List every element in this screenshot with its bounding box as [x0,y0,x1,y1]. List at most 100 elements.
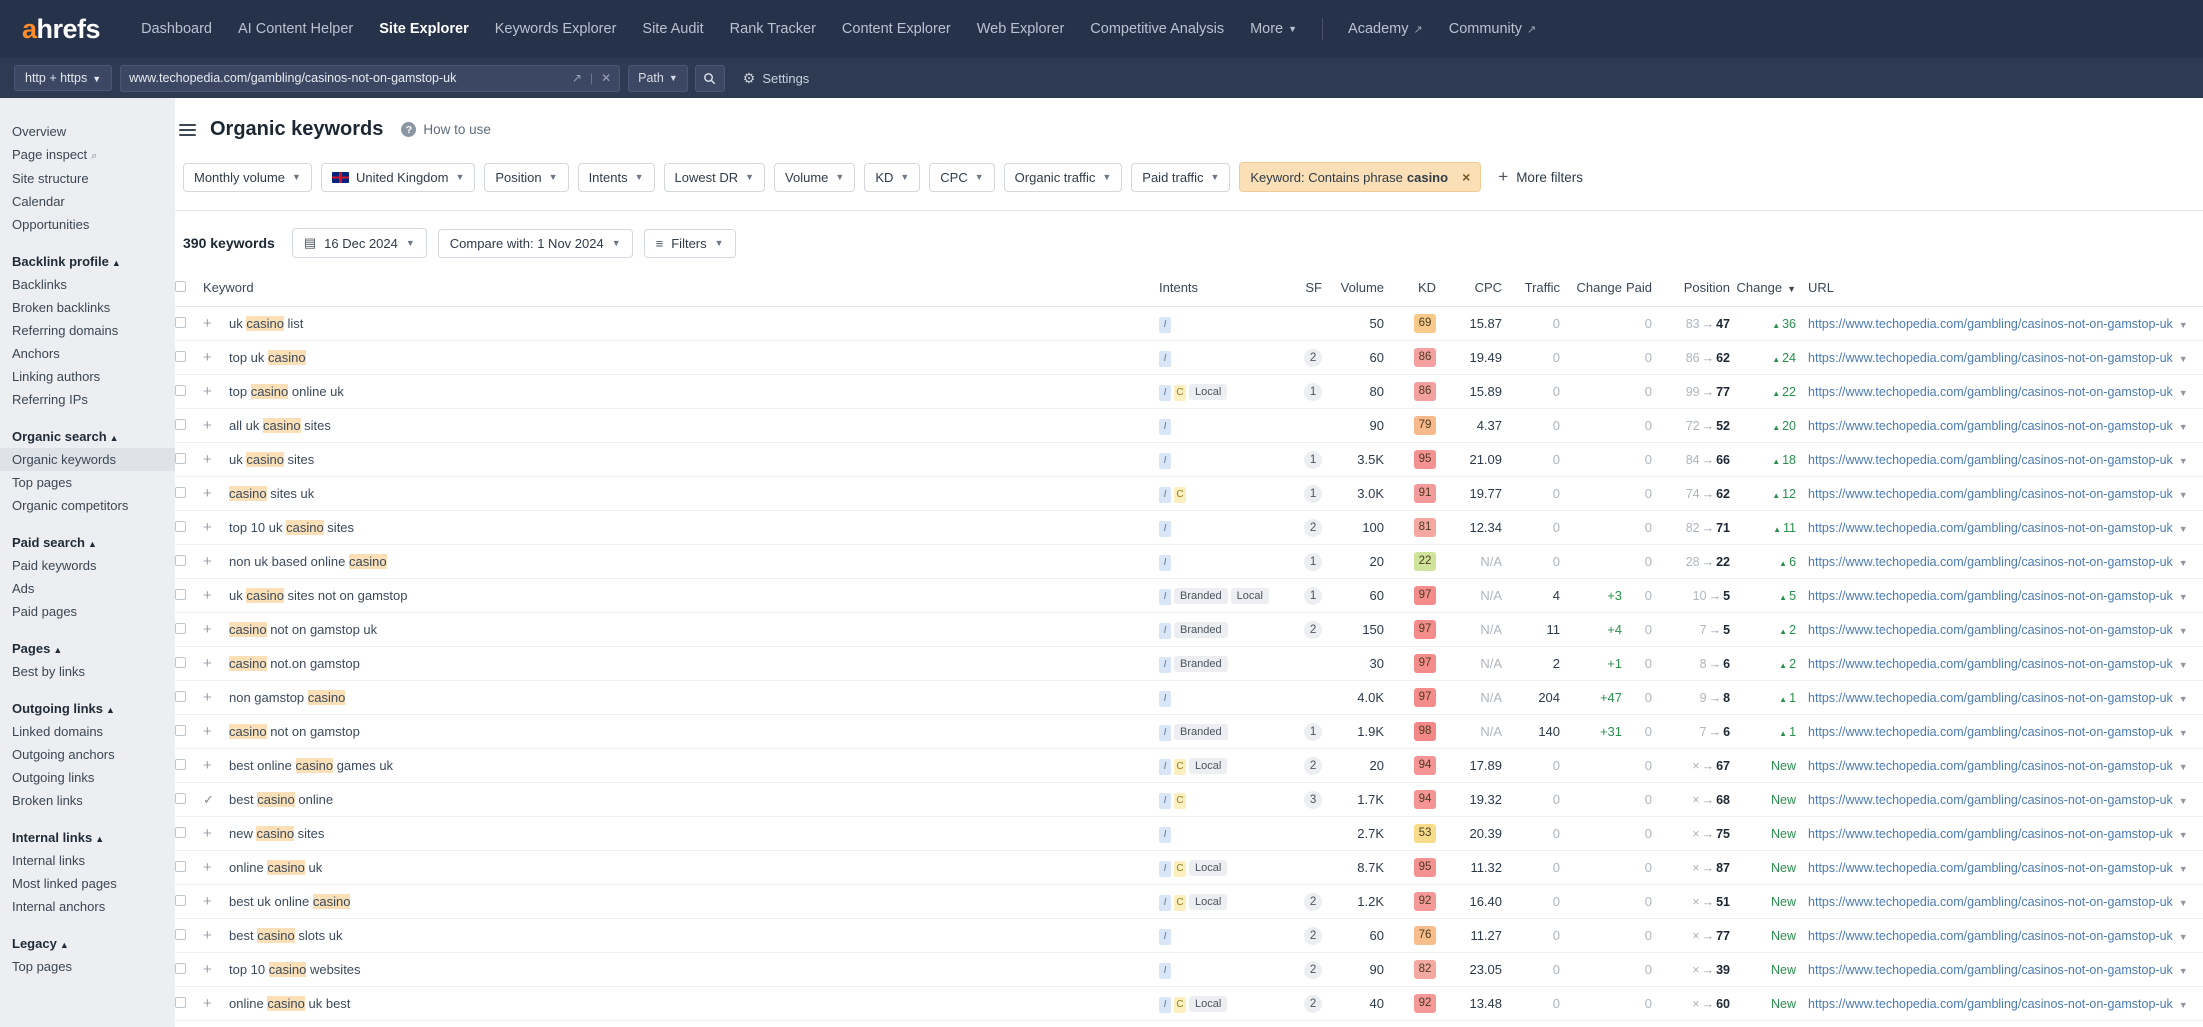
plus-icon[interactable]: + [203,553,212,570]
sidebar-item-linked-domains[interactable]: Linked domains [0,720,175,743]
nav-item-site-explorer[interactable]: Site Explorer [366,21,481,37]
plus-icon[interactable]: + [203,349,212,366]
ahrefs-logo[interactable]: ahrefs [22,14,101,45]
keyword-cell[interactable]: all uk casino sites [229,408,1160,443]
url-cell[interactable]: https://www.techopedia.com/gambling/casi… [1796,1020,2203,1027]
keyword-cell[interactable]: uk casino sites [229,442,1160,477]
date-picker[interactable]: ▤ 16 Dec 2024 ▼ [291,228,427,258]
filter-chip-kd[interactable]: KD ▼ [864,162,921,192]
table-row[interactable]: + top 10 casino websites I 2 90 82 23.05 0 0 × → 39… [175,952,2203,987]
row-checkbox[interactable] [175,929,186,940]
col-intents[interactable]: Intents [1159,273,1275,307]
chevron-down-icon[interactable]: ▼ [2179,864,2188,874]
url-cell[interactable]: https://www.techopedia.com/gambling/casi… [1796,748,2203,783]
chevron-down-icon[interactable]: ▼ [2179,354,2188,364]
row-checkbox[interactable] [175,351,186,362]
chevron-down-icon[interactable]: ▼ [2179,694,2188,704]
nav-item-community[interactable]: Community ↗ [1436,21,1550,37]
url-cell[interactable]: https://www.techopedia.com/gambling/casi… [1796,714,2203,749]
keyword-cell[interactable]: best casino slots uk [229,918,1160,953]
plus-icon[interactable]: + [203,689,212,706]
table-row[interactable]: + non uk based online casino I 1 20 22 N/A 0 0 28… [175,544,2203,579]
compare-date-picker[interactable]: Compare with: 1 Nov 2024 ▼ [437,228,633,258]
plus-icon[interactable]: + [203,995,212,1012]
url-cell[interactable]: https://www.techopedia.com/gambling/casi… [1796,544,2203,579]
sidebar-item-organic-competitors[interactable]: Organic competitors [0,494,175,517]
nav-item-web-explorer[interactable]: Web Explorer [964,21,1078,37]
plus-icon[interactable]: + [203,825,212,842]
nav-item-more[interactable]: More ▼ [1237,21,1310,37]
col-kd[interactable]: KD [1384,273,1437,307]
url-cell[interactable]: https://www.techopedia.com/gambling/casi… [1796,952,2203,987]
url-cell[interactable]: https://www.techopedia.com/gambling/casi… [1796,986,2203,1021]
row-checkbox[interactable] [175,793,186,804]
filter-chip-keyword-contains[interactable]: Keyword: Contains phrase casino × [1239,162,1482,192]
remove-filter-icon[interactable]: × [1462,169,1470,185]
chevron-down-icon[interactable]: ▼ [2179,830,2188,840]
row-checkbox[interactable] [175,725,186,736]
col-paid[interactable]: Paid [1622,273,1653,307]
url-cell[interactable]: https://www.techopedia.com/gambling/casi… [1796,782,2203,817]
row-checkbox[interactable] [175,657,186,668]
col-sf[interactable]: SF [1274,273,1323,307]
url-cell[interactable]: https://www.techopedia.com/gambling/casi… [1796,476,2203,511]
table-row[interactable]: + online casino uk I C Local 8.7K 95 11.32 0 0 × → 8… [175,850,2203,885]
row-checkbox[interactable] [175,861,186,872]
col-position-change[interactable]: Change ▼ [1730,273,1797,307]
filter-chip-volume[interactable]: Volume ▼ [774,162,856,192]
sidebar-item-broken-links[interactable]: Broken links [0,789,175,812]
more-filters-button[interactable]: + More filters [1498,167,1583,187]
sidebar-item-outgoing-anchors[interactable]: Outgoing anchors [0,743,175,766]
table-row[interactable]: + non gamstop casino I 4.0K 97 N/A 204 +47 0 9 → 8 ▲… [175,680,2203,715]
plus-icon[interactable]: + [203,927,212,944]
chevron-down-icon[interactable]: ▼ [2179,422,2188,432]
keyword-cell[interactable]: casino not on gamstop uk [229,612,1160,647]
chevron-down-icon[interactable]: ▼ [2179,796,2188,806]
table-row[interactable]: + best uk online casino I C Local 2 1.2K 92 16.4… [175,884,2203,919]
url-cell[interactable]: https://www.techopedia.com/gambling/casi… [1796,442,2203,477]
url-input[interactable]: www.techopedia.com/gambling/casinos-not-… [120,64,621,92]
keyword-cell[interactable]: non gamstop casino [229,680,1160,715]
chevron-down-icon[interactable]: ▼ [2179,966,2188,976]
url-cell[interactable]: https://www.techopedia.com/gambling/casi… [1796,612,2203,647]
sidebar-group-backlink-profile[interactable]: Backlink profile ▲ [0,250,175,273]
row-checkbox[interactable] [175,997,186,1008]
sidebar-item-paid-pages[interactable]: Paid pages [0,600,175,623]
url-cell[interactable]: https://www.techopedia.com/gambling/casi… [1796,680,2203,715]
filter-chip-cpc[interactable]: CPC ▼ [929,162,995,192]
col-volume[interactable]: Volume [1322,273,1385,307]
col-traffic-change[interactable]: Change [1560,273,1623,307]
external-link-icon[interactable]: ↗ [572,71,582,85]
chevron-down-icon[interactable]: ▼ [2179,490,2188,500]
col-position[interactable]: Position [1652,273,1731,307]
nav-item-content-explorer[interactable]: Content Explorer [829,21,964,37]
filter-chip-paid-traffic[interactable]: Paid traffic ▼ [1131,162,1231,192]
plus-icon[interactable]: + [203,723,212,740]
filter-chip-position[interactable]: Position ▼ [484,162,569,192]
settings-button[interactable]: ⚙ Settings [743,70,810,87]
filters-button[interactable]: ≡ Filters ▼ [643,228,736,258]
nav-item-competitive-analysis[interactable]: Competitive Analysis [1077,21,1237,37]
table-row[interactable]: + uk casino list I 50 69 15.87 0 0 83 → 47 ▲ 36 https… [175,306,2203,341]
row-checkbox[interactable] [175,555,186,566]
keyword-cell[interactable]: casino not.on gamstop [229,646,1160,681]
row-checkbox[interactable] [175,589,186,600]
row-checkbox[interactable] [175,385,186,396]
sidebar-item-page-inspect[interactable]: Page inspect ⌕ [0,143,175,167]
row-checkbox[interactable] [175,623,186,634]
sidebar-group-organic-search[interactable]: Organic search ▲ [0,425,175,448]
keyword-cell[interactable]: top 10 casino websites [229,952,1160,987]
plus-icon[interactable]: + [203,655,212,672]
keyword-cell[interactable]: best online casino games uk [229,748,1160,783]
chevron-down-icon[interactable]: ▼ [2179,898,2188,908]
url-cell[interactable]: https://www.techopedia.com/gambling/casi… [1796,408,2203,443]
nav-item-ai-content-helper[interactable]: AI Content Helper [225,21,366,37]
chevron-down-icon[interactable]: ▼ [2179,660,2188,670]
row-checkbox[interactable] [175,895,186,906]
plus-icon[interactable]: + [203,893,212,910]
table-row[interactable]: + uk casino sites I 1 3.5K 95 21.09 0 0 84 → 66 ▲ 18 h… [175,442,2203,477]
table-row[interactable]: + casino sites uk I C 1 3.0K 91 19.77 0 0 74 → 62 ▲ 12… [175,476,2203,511]
keyword-cell[interactable]: casino not on gamstop [229,714,1160,749]
nav-item-keywords-explorer[interactable]: Keywords Explorer [482,21,630,37]
chevron-down-icon[interactable]: ▼ [2179,626,2188,636]
